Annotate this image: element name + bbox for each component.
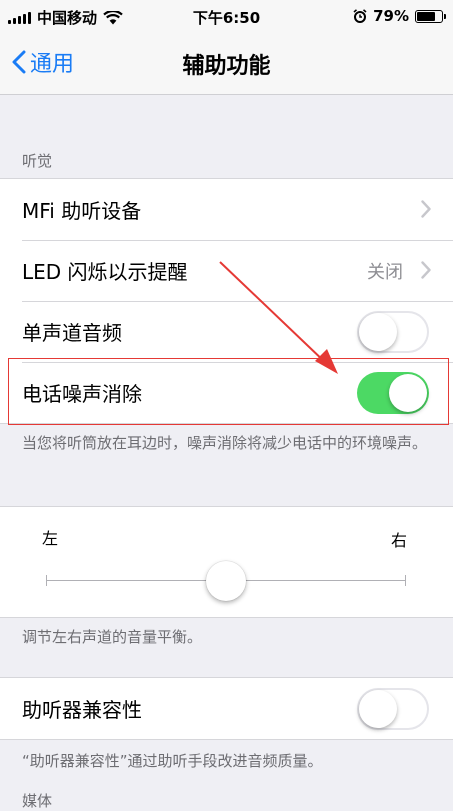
section-header-media: 媒体 bbox=[22, 792, 53, 810]
row-label: 助听器兼容性 bbox=[22, 698, 142, 722]
balance-right-label: 右 bbox=[390, 531, 407, 550]
status-bar: 中国移动 下午6:50 79% bbox=[0, 0, 453, 32]
balance-slider-thumb[interactable] bbox=[205, 561, 246, 601]
alarm-icon bbox=[353, 9, 367, 23]
row-mfi-hearing-devices[interactable]: MFi 助听设备 bbox=[0, 179, 453, 240]
hearing-footer: 当您将听筒放在耳边时，噪声消除将减少电话中的环境噪声。 bbox=[22, 434, 428, 452]
row-label: 电话噪声消除 bbox=[22, 382, 142, 406]
slider-tick-right bbox=[405, 575, 406, 586]
row-label: 单声道音频 bbox=[22, 321, 122, 345]
row-mono-audio: 单声道音频 bbox=[0, 301, 453, 362]
row-hearing-aid-compatibility: 助听器兼容性 bbox=[0, 678, 453, 739]
noise-cancellation-toggle[interactable] bbox=[357, 371, 429, 414]
hearing-aid-group: 助听器兼容性 bbox=[0, 677, 453, 740]
nav-bar: 通用 辅助功能 bbox=[0, 32, 453, 95]
hearing-aid-footer: “助听器兼容性”通过助听手段改进音频质量。 bbox=[22, 752, 323, 770]
balance-footer: 调节左右声道的音量平衡。 bbox=[22, 628, 203, 646]
row-phone-noise-cancellation: 电话噪声消除 bbox=[0, 362, 453, 423]
balance-slider-group: 左 右 bbox=[0, 506, 453, 618]
page-title: 辅助功能 bbox=[182, 54, 271, 79]
hearing-group: MFi 助听设备 LED 闪烁以示提醒 关闭 单声道音频 电话噪声消除 bbox=[0, 178, 453, 424]
chevron-right-icon bbox=[421, 261, 431, 279]
section-header-hearing: 听觉 bbox=[22, 152, 53, 170]
mono-audio-toggle[interactable] bbox=[357, 310, 429, 353]
slider-tick-left bbox=[46, 575, 47, 586]
row-detail-value: 关闭 bbox=[367, 261, 403, 283]
row-label: LED 闪烁以示提醒 bbox=[22, 260, 188, 284]
battery-icon bbox=[415, 9, 446, 23]
hearing-aid-toggle[interactable] bbox=[357, 687, 429, 730]
row-label: MFi 助听设备 bbox=[22, 199, 142, 223]
balance-left-label: 左 bbox=[42, 529, 59, 548]
chevron-right-icon bbox=[421, 200, 431, 218]
battery-percent: 79% bbox=[373, 7, 409, 25]
row-led-flash-alerts[interactable]: LED 闪烁以示提醒 关闭 bbox=[0, 240, 453, 301]
